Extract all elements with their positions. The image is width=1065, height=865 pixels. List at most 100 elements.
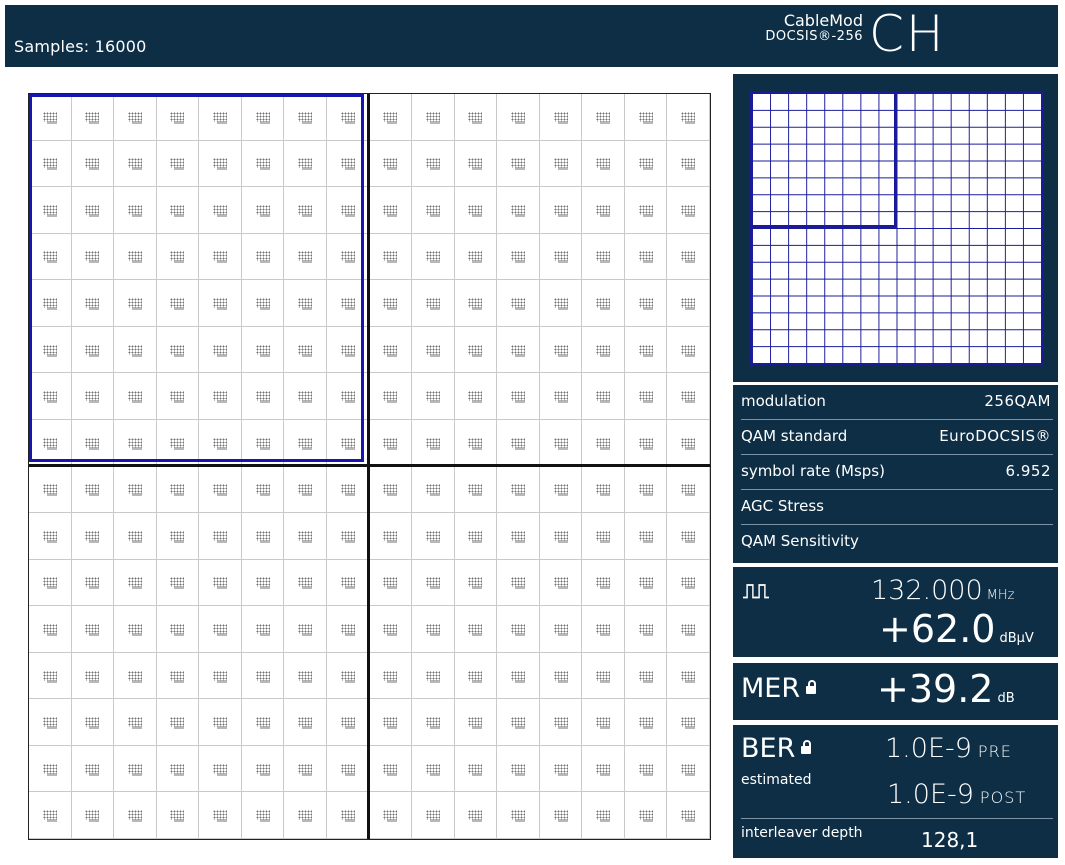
symbol-scatter xyxy=(387,213,398,217)
symbol-scatter xyxy=(46,632,57,636)
symbol-scatter xyxy=(600,539,611,543)
constellation-cell xyxy=(369,94,413,141)
minimap-selection[interactable] xyxy=(750,91,897,228)
symbol-scatter xyxy=(600,679,611,683)
symbol-scatter xyxy=(89,493,100,497)
constellation-cell xyxy=(667,373,710,420)
selected-quadrant[interactable] xyxy=(29,94,364,462)
symbol-scatter xyxy=(557,772,568,776)
constellation-cell xyxy=(412,94,455,141)
modulation-label: modulation xyxy=(741,392,826,410)
constellation-cell xyxy=(539,187,583,234)
level-readout: +62.0 dBµV xyxy=(879,607,1034,651)
constellation-cell xyxy=(71,466,115,514)
constellation-cell xyxy=(624,652,668,700)
symbol-scatter xyxy=(685,213,696,217)
symbol-scatter xyxy=(685,772,696,776)
qam-sensitivity-row[interactable]: QAM Sensitivity xyxy=(741,525,1053,559)
constellation-cell xyxy=(369,606,413,653)
symbol-scatter xyxy=(387,167,398,171)
symbol-scatter xyxy=(685,167,696,171)
symbol-scatter xyxy=(472,353,483,357)
constellation-cell xyxy=(369,326,413,374)
symbol-scatter xyxy=(217,539,228,543)
symbol-scatter xyxy=(174,772,185,776)
constellation-cell xyxy=(454,745,498,793)
symbol-scatter xyxy=(302,493,313,497)
constellation-cell xyxy=(241,745,285,793)
symbol-scatter xyxy=(429,726,440,730)
square-wave-icon: ⎍⎍ xyxy=(743,579,769,603)
constellation-cell xyxy=(199,606,242,653)
constellation-cell xyxy=(156,745,200,793)
symbol-scatter xyxy=(472,539,483,543)
constellation-cell xyxy=(156,606,200,653)
constellation-cell xyxy=(369,745,413,793)
symbol-scatter xyxy=(429,213,440,217)
symbol-scatter xyxy=(131,632,142,636)
constellation-cell xyxy=(582,699,625,746)
constellation-cell xyxy=(454,559,498,607)
symbol-scatter xyxy=(174,586,185,590)
constellation-cell xyxy=(624,140,668,188)
symbol-scatter xyxy=(302,632,313,636)
symbol-scatter xyxy=(259,772,270,776)
symbol-scatter xyxy=(259,586,270,590)
symbol-scatter xyxy=(557,307,568,311)
constellation-cell xyxy=(326,466,370,514)
symbol-scatter xyxy=(259,679,270,683)
constellation-cell xyxy=(29,606,72,653)
constellation-cell xyxy=(497,745,540,793)
constellation-cell xyxy=(199,513,242,560)
constellation-cell xyxy=(497,792,540,839)
level-value: +62.0 xyxy=(879,607,996,651)
symbol-scatter xyxy=(429,353,440,357)
constellation-cell xyxy=(454,466,498,514)
symbol-scatter xyxy=(557,213,568,217)
symbol-scatter xyxy=(685,260,696,264)
symbol-scatter xyxy=(600,726,611,730)
symbol-scatter xyxy=(685,120,696,124)
symbol-scatter xyxy=(472,819,483,823)
symbol-scatter xyxy=(600,120,611,124)
constellation-cell xyxy=(369,513,413,560)
constellation-cell xyxy=(667,652,710,700)
symbol-scatter xyxy=(429,446,440,450)
constellation-cell xyxy=(582,606,625,653)
constellation-cell xyxy=(667,745,710,793)
constellation-cell xyxy=(667,559,710,607)
symbol-scatter xyxy=(46,819,57,823)
symbol-scatter xyxy=(514,120,525,124)
constellation-cell xyxy=(497,466,540,514)
constellation-cell xyxy=(29,792,72,839)
constellation-diagram[interactable] xyxy=(28,93,711,840)
constellation-cell xyxy=(114,745,157,793)
symbol-scatter xyxy=(429,493,440,497)
constellation-cell xyxy=(454,94,498,141)
constellation-cell xyxy=(29,513,72,560)
constellation-cell xyxy=(284,652,327,700)
constellation-cell xyxy=(454,513,498,560)
agc-stress-row[interactable]: AGC Stress xyxy=(741,490,1053,525)
constellation-cell xyxy=(454,326,498,374)
constellation-cell xyxy=(582,792,625,839)
constellation-cell xyxy=(624,466,668,514)
symbol-scatter xyxy=(429,167,440,171)
constellation-cell xyxy=(539,559,583,607)
symbol-scatter xyxy=(259,726,270,730)
symbol-scatter xyxy=(557,120,568,124)
symbol-scatter xyxy=(514,260,525,264)
mer-unit: dB xyxy=(997,691,1015,706)
symbol-scatter xyxy=(259,539,270,543)
symbol-scatter xyxy=(514,679,525,683)
constellation-cell xyxy=(497,419,540,467)
constellation-cell xyxy=(284,466,327,514)
constellation-cell xyxy=(624,513,668,560)
symbol-scatter xyxy=(89,539,100,543)
symbol-scatter xyxy=(472,446,483,450)
symbol-scatter xyxy=(344,726,355,730)
constellation-cell xyxy=(624,94,668,141)
symbol-scatter xyxy=(600,353,611,357)
symbol-scatter xyxy=(344,772,355,776)
symbol-scatter xyxy=(429,632,440,636)
